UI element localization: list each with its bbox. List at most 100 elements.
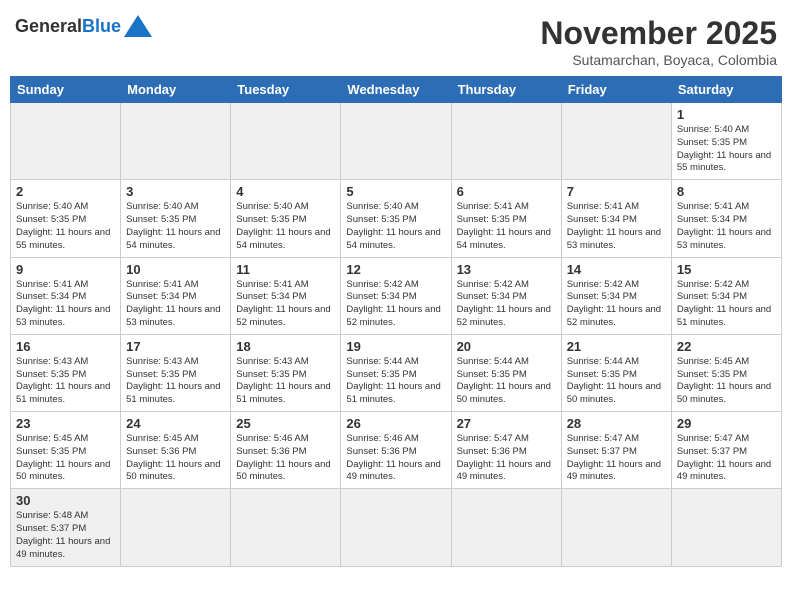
day-cell-20: 20 Sunrise: 5:44 AMSunset: 5:35 PMDayligh… — [451, 334, 561, 411]
day-number: 17 — [126, 339, 225, 354]
day-number: 3 — [126, 184, 225, 199]
day-cell-23: 23 Sunrise: 5:45 AMSunset: 5:35 PMDayligh… — [11, 412, 121, 489]
day-number: 29 — [677, 416, 776, 431]
calendar-row-2: 2 Sunrise: 5:40 AMSunset: 5:35 PMDaylight… — [11, 180, 782, 257]
day-info: Sunrise: 5:47 AMSunset: 5:37 PMDaylight:… — [567, 433, 666, 484]
day-cell-24: 24 Sunrise: 5:45 AMSunset: 5:36 PMDayligh… — [121, 412, 231, 489]
day-cell-14: 14 Sunrise: 5:42 AMSunset: 5:34 PMDayligh… — [561, 257, 671, 334]
day-cell-16: 16 Sunrise: 5:43 AMSunset: 5:35 PMDayligh… — [11, 334, 121, 411]
day-info: Sunrise: 5:48 AMSunset: 5:37 PMDaylight:… — [16, 510, 115, 561]
day-number: 20 — [457, 339, 556, 354]
month-title: November 2025 — [540, 15, 777, 52]
day-number: 4 — [236, 184, 335, 199]
empty-cell — [451, 103, 561, 180]
day-number: 10 — [126, 262, 225, 277]
day-info: Sunrise: 5:40 AMSunset: 5:35 PMDaylight:… — [236, 201, 335, 252]
logo: GeneralBlue — [15, 15, 152, 37]
weekday-header-tuesday: Tuesday — [231, 77, 341, 103]
day-number: 16 — [16, 339, 115, 354]
empty-cell — [231, 489, 341, 566]
day-cell-17: 17 Sunrise: 5:43 AMSunset: 5:35 PMDayligh… — [121, 334, 231, 411]
day-cell-27: 27Sunrise: 5:47 AMSunset: 5:36 PMDayligh… — [451, 412, 561, 489]
day-cell-25: 25 Sunrise: 5:46 AMSunset: 5:36 PMDayligh… — [231, 412, 341, 489]
day-info: Sunrise: 5:42 AMSunset: 5:34 PMDaylight:… — [346, 279, 445, 330]
day-number: 8 — [677, 184, 776, 199]
day-info: Sunrise: 5:43 AMSunset: 5:35 PMDaylight:… — [126, 356, 225, 407]
day-cell-10: 10Sunrise: 5:41 AMSunset: 5:34 PMDayligh… — [121, 257, 231, 334]
day-cell-5: 5 Sunrise: 5:40 AMSunset: 5:35 PMDaylight… — [341, 180, 451, 257]
calendar-row-3: 9 Sunrise: 5:41 AMSunset: 5:34 PMDaylight… — [11, 257, 782, 334]
empty-cell — [11, 103, 121, 180]
day-cell-15: 15Sunrise: 5:42 AMSunset: 5:34 PMDayligh… — [671, 257, 781, 334]
calendar-row-6: 30 Sunrise: 5:48 AMSunset: 5:37 PMDayligh… — [11, 489, 782, 566]
day-number: 5 — [346, 184, 445, 199]
day-info: Sunrise: 5:40 AMSunset: 5:35 PMDaylight:… — [16, 201, 115, 252]
day-number: 28 — [567, 416, 666, 431]
day-info: Sunrise: 5:41 AMSunset: 5:34 PMDaylight:… — [677, 201, 776, 252]
day-cell-28: 28 Sunrise: 5:47 AMSunset: 5:37 PMDayligh… — [561, 412, 671, 489]
empty-cell — [341, 103, 451, 180]
day-info: Sunrise: 5:41 AMSunset: 5:34 PMDaylight:… — [567, 201, 666, 252]
weekday-header-friday: Friday — [561, 77, 671, 103]
weekday-header-row: SundayMondayTuesdayWednesdayThursdayFrid… — [11, 77, 782, 103]
day-info: Sunrise: 5:42 AMSunset: 5:34 PMDaylight:… — [457, 279, 556, 330]
day-cell-9: 9 Sunrise: 5:41 AMSunset: 5:34 PMDaylight… — [11, 257, 121, 334]
day-info: Sunrise: 5:44 AMSunset: 5:35 PMDaylight:… — [567, 356, 666, 407]
day-info: Sunrise: 5:45 AMSunset: 5:35 PMDaylight:… — [16, 433, 115, 484]
day-cell-2: 2 Sunrise: 5:40 AMSunset: 5:35 PMDaylight… — [11, 180, 121, 257]
day-number: 14 — [567, 262, 666, 277]
day-info: Sunrise: 5:41 AMSunset: 5:35 PMDaylight:… — [457, 201, 556, 252]
weekday-header-thursday: Thursday — [451, 77, 561, 103]
day-number: 22 — [677, 339, 776, 354]
day-cell-7: 7 Sunrise: 5:41 AMSunset: 5:34 PMDaylight… — [561, 180, 671, 257]
day-info: Sunrise: 5:47 AMSunset: 5:36 PMDaylight:… — [457, 433, 556, 484]
day-cell-1: 1 Sunrise: 5:40 AMSunset: 5:35 PMDaylight… — [671, 103, 781, 180]
logo-text: GeneralBlue — [15, 16, 121, 37]
day-info: Sunrise: 5:43 AMSunset: 5:35 PMDaylight:… — [16, 356, 115, 407]
logo-icon: GeneralBlue — [15, 15, 152, 37]
empty-cell — [671, 489, 781, 566]
weekday-header-sunday: Sunday — [11, 77, 121, 103]
empty-cell — [561, 103, 671, 180]
calendar-row-5: 23 Sunrise: 5:45 AMSunset: 5:35 PMDayligh… — [11, 412, 782, 489]
day-info: Sunrise: 5:46 AMSunset: 5:36 PMDaylight:… — [236, 433, 335, 484]
day-number: 12 — [346, 262, 445, 277]
weekday-header-saturday: Saturday — [671, 77, 781, 103]
day-info: Sunrise: 5:44 AMSunset: 5:35 PMDaylight:… — [346, 356, 445, 407]
day-info: Sunrise: 5:40 AMSunset: 5:35 PMDaylight:… — [346, 201, 445, 252]
empty-cell — [121, 489, 231, 566]
day-number: 21 — [567, 339, 666, 354]
day-number: 1 — [677, 107, 776, 122]
day-cell-11: 11Sunrise: 5:41 AMSunset: 5:34 PMDayligh… — [231, 257, 341, 334]
subtitle: Sutamarchan, Boyaca, Colombia — [540, 52, 777, 68]
day-number: 9 — [16, 262, 115, 277]
day-cell-6: 6Sunrise: 5:41 AMSunset: 5:35 PMDaylight… — [451, 180, 561, 257]
day-number: 2 — [16, 184, 115, 199]
day-info: Sunrise: 5:46 AMSunset: 5:36 PMDaylight:… — [346, 433, 445, 484]
day-cell-4: 4 Sunrise: 5:40 AMSunset: 5:35 PMDaylight… — [231, 180, 341, 257]
day-number: 7 — [567, 184, 666, 199]
empty-cell — [231, 103, 341, 180]
calendar-table: SundayMondayTuesdayWednesdayThursdayFrid… — [10, 76, 782, 567]
day-info: Sunrise: 5:41 AMSunset: 5:34 PMDaylight:… — [16, 279, 115, 330]
day-info: Sunrise: 5:44 AMSunset: 5:35 PMDaylight:… — [457, 356, 556, 407]
day-number: 19 — [346, 339, 445, 354]
day-info: Sunrise: 5:42 AMSunset: 5:34 PMDaylight:… — [677, 279, 776, 330]
day-cell-8: 8 Sunrise: 5:41 AMSunset: 5:34 PMDaylight… — [671, 180, 781, 257]
day-cell-3: 3Sunrise: 5:40 AMSunset: 5:35 PMDaylight… — [121, 180, 231, 257]
day-number: 25 — [236, 416, 335, 431]
empty-cell — [561, 489, 671, 566]
day-number: 24 — [126, 416, 225, 431]
day-info: Sunrise: 5:45 AMSunset: 5:36 PMDaylight:… — [126, 433, 225, 484]
day-info: Sunrise: 5:42 AMSunset: 5:34 PMDaylight:… — [567, 279, 666, 330]
calendar-row-4: 16 Sunrise: 5:43 AMSunset: 5:35 PMDayligh… — [11, 334, 782, 411]
day-cell-13: 13 Sunrise: 5:42 AMSunset: 5:34 PMDayligh… — [451, 257, 561, 334]
day-number: 23 — [16, 416, 115, 431]
day-number: 30 — [16, 493, 115, 508]
day-info: Sunrise: 5:40 AMSunset: 5:35 PMDaylight:… — [677, 124, 776, 175]
day-cell-30: 30 Sunrise: 5:48 AMSunset: 5:37 PMDayligh… — [11, 489, 121, 566]
calendar-row-1: 1 Sunrise: 5:40 AMSunset: 5:35 PMDaylight… — [11, 103, 782, 180]
day-number: 13 — [457, 262, 556, 277]
day-cell-19: 19 Sunrise: 5:44 AMSunset: 5:35 PMDayligh… — [341, 334, 451, 411]
day-info: Sunrise: 5:45 AMSunset: 5:35 PMDaylight:… — [677, 356, 776, 407]
